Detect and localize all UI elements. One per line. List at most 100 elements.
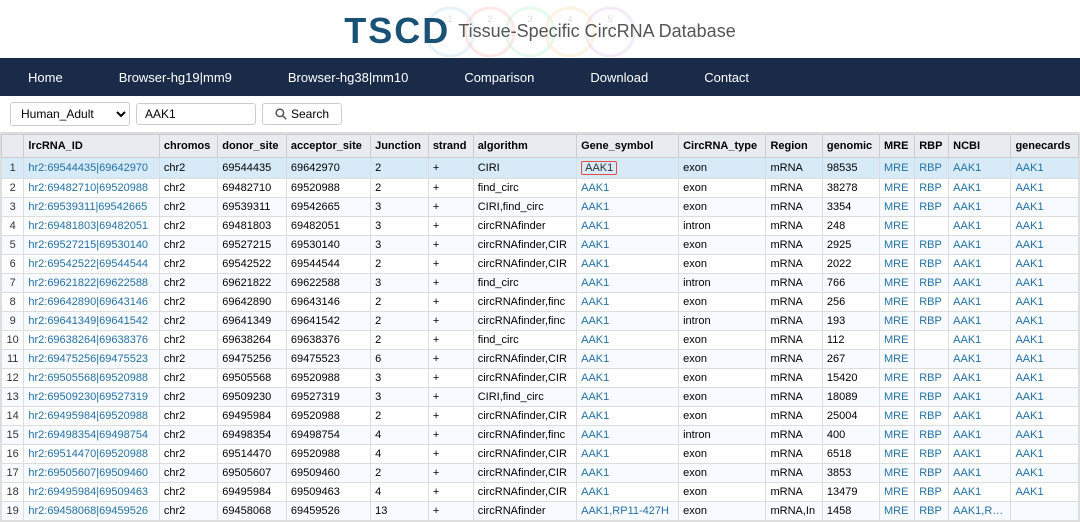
- species-select[interactable]: Human_Adult Human_Fetal Mouse_Adult: [10, 102, 130, 126]
- search-button[interactable]: Search: [262, 103, 342, 125]
- circrna-id-link[interactable]: hr2:69505568|69520988: [28, 372, 148, 384]
- gc-link[interactable]: AAK1: [1015, 162, 1043, 174]
- circrna-id-link[interactable]: hr2:69542522|69544544: [28, 258, 148, 270]
- ncbi-link[interactable]: AAK1,R…: [953, 505, 1003, 517]
- ncbi-link[interactable]: AAK1: [953, 277, 981, 289]
- mre-link[interactable]: MRE: [884, 162, 908, 174]
- gene-symbol-link[interactable]: AAK1: [581, 486, 609, 498]
- circrna-id-link[interactable]: hr2:69514470|69520988: [28, 448, 148, 460]
- rbp-link[interactable]: RBP: [919, 182, 942, 194]
- nav-download[interactable]: Download: [562, 58, 676, 96]
- ncbi-link[interactable]: AAK1: [953, 239, 981, 251]
- ncbi-link[interactable]: AAK1: [953, 353, 981, 365]
- mre-link[interactable]: MRE: [884, 372, 908, 384]
- circrna-id-link[interactable]: hr2:69527215|69530140: [28, 239, 148, 251]
- mre-link[interactable]: MRE: [884, 220, 908, 232]
- rbp-link[interactable]: RBP: [919, 162, 942, 174]
- rbp-link[interactable]: RBP: [919, 410, 942, 422]
- gc-link[interactable]: AAK1: [1015, 467, 1043, 479]
- mre-link[interactable]: MRE: [884, 201, 908, 213]
- mre-link[interactable]: MRE: [884, 391, 908, 403]
- circrna-id-link[interactable]: hr2:69638264|69638376: [28, 334, 148, 346]
- mre-link[interactable]: MRE: [884, 353, 908, 365]
- mre-link[interactable]: MRE: [884, 410, 908, 422]
- gc-link[interactable]: AAK1: [1015, 334, 1043, 346]
- mre-link[interactable]: MRE: [884, 277, 908, 289]
- gene-symbol-link[interactable]: AAK1: [581, 372, 609, 384]
- gene-symbol-link[interactable]: AAK1: [581, 429, 609, 441]
- gc-link[interactable]: AAK1: [1015, 296, 1043, 308]
- gc-link[interactable]: AAK1: [1015, 353, 1043, 365]
- mre-link[interactable]: MRE: [884, 258, 908, 270]
- gene-symbol-link[interactable]: AAK1: [581, 201, 609, 213]
- gene-symbol-link[interactable]: AAK1: [581, 448, 609, 460]
- circrna-id-link[interactable]: hr2:69495984|69520988: [28, 410, 148, 422]
- ncbi-link[interactable]: AAK1: [953, 182, 981, 194]
- rbp-link[interactable]: RBP: [919, 239, 942, 251]
- nav-contact[interactable]: Contact: [676, 58, 777, 96]
- search-input[interactable]: [136, 103, 256, 125]
- rbp-link[interactable]: RBP: [919, 296, 942, 308]
- rbp-link[interactable]: RBP: [919, 467, 942, 479]
- circrna-id-link[interactable]: hr2:69481803|69482051: [28, 220, 148, 232]
- ncbi-link[interactable]: AAK1: [953, 467, 981, 479]
- gene-symbol-link[interactable]: AAK1: [581, 182, 609, 194]
- rbp-link[interactable]: RBP: [919, 315, 942, 327]
- rbp-link[interactable]: RBP: [919, 277, 942, 289]
- gc-link[interactable]: AAK1: [1015, 372, 1043, 384]
- rbp-link[interactable]: RBP: [919, 429, 942, 441]
- gene-symbol-link[interactable]: AAK1: [581, 258, 609, 270]
- mre-link[interactable]: MRE: [884, 182, 908, 194]
- gene-symbol-link[interactable]: AAK1: [581, 467, 609, 479]
- rbp-link[interactable]: RBP: [919, 201, 942, 213]
- ncbi-link[interactable]: AAK1: [953, 486, 981, 498]
- circrna-id-link[interactable]: hr2:69544435|69642970: [28, 162, 148, 174]
- ncbi-link[interactable]: AAK1: [953, 201, 981, 213]
- ncbi-link[interactable]: AAK1: [953, 429, 981, 441]
- gc-link[interactable]: AAK1: [1015, 410, 1043, 422]
- circrna-id-link[interactable]: hr2:69642890|69643146: [28, 296, 148, 308]
- ncbi-link[interactable]: AAK1: [953, 258, 981, 270]
- circrna-id-link[interactable]: hr2:69458068|69459526: [28, 505, 148, 517]
- mre-link[interactable]: MRE: [884, 296, 908, 308]
- nav-home[interactable]: Home: [0, 58, 91, 96]
- gene-symbol-link[interactable]: AAK1: [581, 277, 609, 289]
- rbp-link[interactable]: RBP: [919, 486, 942, 498]
- mre-link[interactable]: MRE: [884, 486, 908, 498]
- gene-symbol-link[interactable]: AAK1: [581, 334, 609, 346]
- gene-symbol-link[interactable]: AAK1: [581, 296, 609, 308]
- gene-symbol-link[interactable]: AAK1,RP11-427H: [581, 505, 669, 517]
- gc-link[interactable]: AAK1: [1015, 391, 1043, 403]
- rbp-link[interactable]: RBP: [919, 258, 942, 270]
- circrna-id-link[interactable]: hr2:69539311|69542665: [28, 201, 147, 213]
- ncbi-link[interactable]: AAK1: [953, 315, 981, 327]
- nav-browser-hg19[interactable]: Browser-hg19|mm9: [91, 58, 260, 96]
- circrna-id-link[interactable]: hr2:69482710|69520988: [28, 182, 148, 194]
- circrna-id-link[interactable]: hr2:69498354|69498754: [28, 429, 148, 441]
- ncbi-link[interactable]: AAK1: [953, 391, 981, 403]
- circrna-id-link[interactable]: hr2:69475256|69475523: [28, 353, 148, 365]
- rbp-link[interactable]: RBP: [919, 448, 942, 460]
- ncbi-link[interactable]: AAK1: [953, 448, 981, 460]
- gc-link[interactable]: AAK1: [1015, 315, 1043, 327]
- gc-link[interactable]: AAK1: [1015, 429, 1043, 441]
- mre-link[interactable]: MRE: [884, 334, 908, 346]
- gene-symbol-link[interactable]: AAK1: [581, 220, 609, 232]
- gc-link[interactable]: AAK1: [1015, 239, 1043, 251]
- gc-link[interactable]: AAK1: [1015, 258, 1043, 270]
- ncbi-link[interactable]: AAK1: [953, 162, 981, 174]
- mre-link[interactable]: MRE: [884, 239, 908, 251]
- rbp-link[interactable]: RBP: [919, 505, 942, 517]
- nav-comparison[interactable]: Comparison: [436, 58, 562, 96]
- gene-symbol-link[interactable]: AAK1: [581, 410, 609, 422]
- mre-link[interactable]: MRE: [884, 467, 908, 479]
- circrna-id-link[interactable]: hr2:69505607|69509460: [28, 467, 148, 479]
- rbp-link[interactable]: RBP: [919, 391, 942, 403]
- ncbi-link[interactable]: AAK1: [953, 410, 981, 422]
- mre-link[interactable]: MRE: [884, 315, 908, 327]
- gc-link[interactable]: AAK1: [1015, 220, 1043, 232]
- gc-link[interactable]: AAK1: [1015, 486, 1043, 498]
- circrna-id-link[interactable]: hr2:69495984|69509463: [28, 486, 148, 498]
- gc-link[interactable]: AAK1: [1015, 448, 1043, 460]
- mre-link[interactable]: MRE: [884, 505, 908, 517]
